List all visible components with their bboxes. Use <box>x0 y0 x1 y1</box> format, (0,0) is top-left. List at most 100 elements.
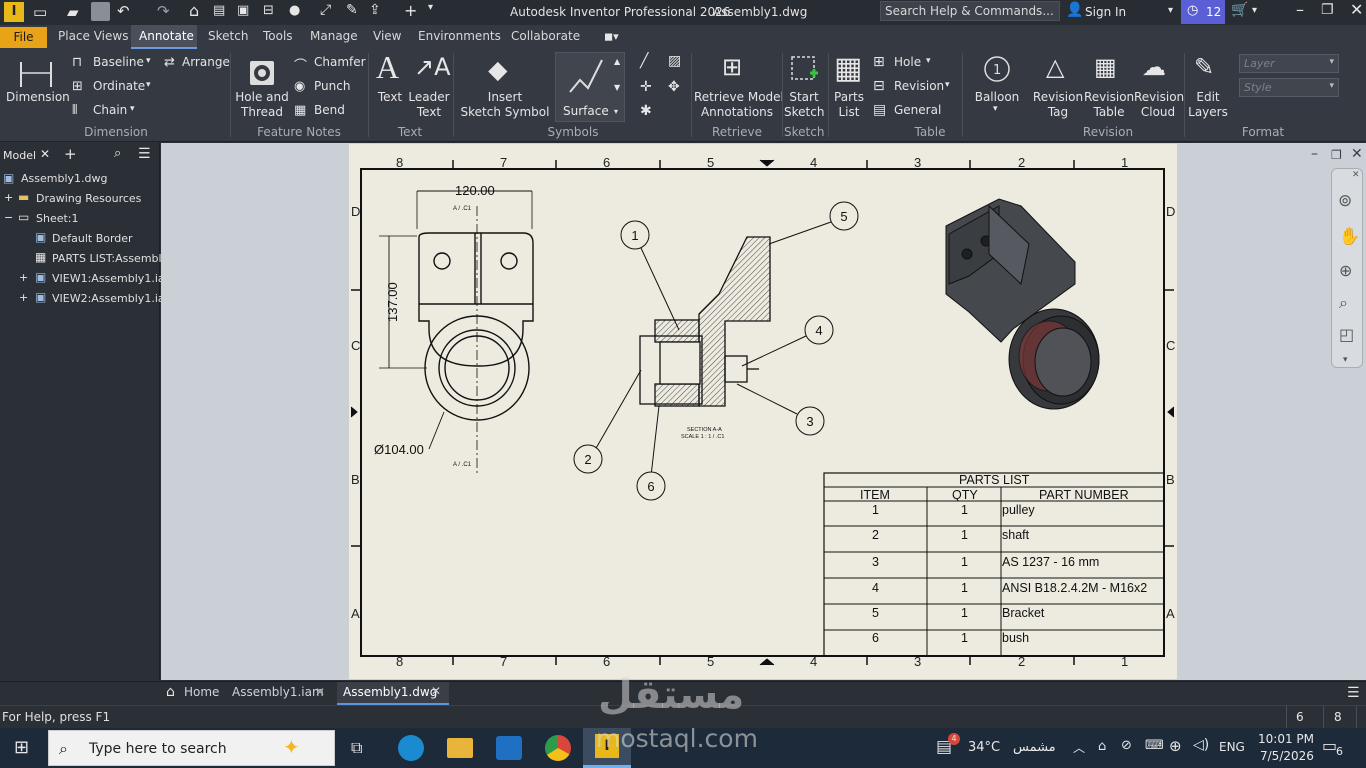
section-view[interactable] <box>639 236 771 407</box>
tab-manage[interactable]: Manage <box>310 29 358 43</box>
doc-tab-close-icon[interactable]: ✕ <box>315 685 325 699</box>
insert-sketch-symbol-button[interactable]: Insert Sketch Symbol <box>460 90 550 120</box>
expand-icon[interactable]: + <box>4 191 13 204</box>
select-icon[interactable]: ⤢ <box>320 2 331 18</box>
restore-icon[interactable]: ❐ <box>1321 2 1334 18</box>
temperature[interactable]: 34°C <box>968 740 1000 755</box>
table-row[interactable]: 6 1 bush <box>872 631 1029 645</box>
tab-collaborate[interactable]: Collaborate <box>511 29 580 43</box>
sign-in-button[interactable]: Sign In <box>1085 5 1126 19</box>
redo-icon[interactable]: ↷ <box>157 2 170 20</box>
dim-height[interactable]: 137.00 <box>385 282 400 322</box>
table-row[interactable]: 1 1 pulley <box>872 503 1035 517</box>
balloon-1[interactable]: 1 <box>620 220 650 250</box>
expand-icon[interactable]: + <box>19 291 28 304</box>
canvas-close-icon[interactable]: ✕ <box>1351 146 1363 162</box>
balloon-button[interactable]: Balloon <box>972 90 1022 105</box>
revision-tag-button[interactable]: Revision Tag <box>1032 90 1084 120</box>
revision-chevron-icon[interactable]: ▾ <box>945 80 950 90</box>
parts-list-button[interactable]: Parts List <box>832 90 866 120</box>
close-icon[interactable]: ✕ <box>1350 0 1363 19</box>
tree-item-default-border[interactable]: Default Border <box>52 232 133 245</box>
new-icon[interactable]: ▭ <box>33 3 47 21</box>
customize-chevron-icon[interactable]: ▾ <box>428 2 433 13</box>
table-row[interactable]: 5 1 Bracket <box>872 606 1045 620</box>
input-method-icon[interactable]: ⌨ <box>1145 738 1164 753</box>
open-icon[interactable]: ▰ <box>67 3 79 21</box>
bend-button[interactable]: Bend <box>314 103 345 118</box>
centered-pattern-icon[interactable]: ✥ <box>668 79 680 95</box>
user-icon[interactable]: 👤 <box>1066 2 1083 18</box>
expand-icon[interactable]: + <box>19 271 28 284</box>
doc-tab-assembly-dwg[interactable]: Assembly1.dwg ✕ <box>337 682 449 705</box>
balloon-2[interactable]: 2 <box>573 444 603 474</box>
sign-in-chevron-icon[interactable]: ▾ <box>1168 5 1173 16</box>
hole-chevron-icon[interactable]: ▾ <box>926 56 931 66</box>
browser-add-icon[interactable]: + <box>64 145 77 163</box>
revision-table-button[interactable]: Revision Table <box>1084 90 1134 120</box>
outlook-icon[interactable] <box>496 736 522 760</box>
chrome-icon[interactable] <box>545 735 571 761</box>
zoom-select-icon[interactable]: ◰ <box>1339 325 1354 344</box>
measure-icon[interactable]: ⊟ <box>263 3 274 18</box>
balloon-3[interactable]: 3 <box>795 406 825 436</box>
revision-cloud-button[interactable]: Revision Cloud <box>1134 90 1184 120</box>
notification-button[interactable]: ◷ 12 <box>1181 0 1225 24</box>
tab-file[interactable]: File <box>0 27 47 48</box>
update-icon[interactable]: ▤ <box>213 3 225 18</box>
layer-select[interactable]: Layer ▾ <box>1239 54 1339 73</box>
dim-width[interactable]: 120.00 <box>455 183 495 198</box>
browser-menu-icon[interactable]: ☰ <box>138 146 151 162</box>
cart-icon[interactable]: 🛒 <box>1231 2 1248 18</box>
hatch-icon[interactable]: ▨ <box>668 53 681 69</box>
hole-thread-button[interactable]: Hole and Thread <box>234 90 290 120</box>
appearance-icon[interactable]: ● <box>289 3 300 18</box>
chain-chevron-icon[interactable]: ▾ <box>130 104 135 114</box>
line-icon[interactable]: ╱ <box>640 53 648 69</box>
retrieve-model-annotations-button[interactable]: Retrieve Model Annotations <box>694 90 784 120</box>
tab-place-views[interactable]: Place Views <box>58 29 128 43</box>
surface-gallery[interactable]: Surface ▲ ▼ ▾ <box>555 52 625 122</box>
start-sketch-button[interactable]: Start Sketch <box>784 90 824 120</box>
parts-list-table[interactable]: PARTS LIST ITEM QTY PART NUMBER 1 1 pulley… <box>823 472 1165 657</box>
edge-icon[interactable] <box>398 735 424 761</box>
front-view[interactable] <box>379 190 534 474</box>
browser-search-icon[interactable]: ⌕ <box>114 146 121 161</box>
mute-icon[interactable]: ⊘ <box>1121 738 1132 753</box>
language-indicator[interactable]: ENG <box>1219 740 1245 754</box>
cart-chevron-icon[interactable]: ▾ <box>1252 5 1257 16</box>
pan-icon[interactable]: ✋ <box>1339 227 1360 247</box>
edit-layers-button[interactable]: Edit Layers <box>1186 90 1230 120</box>
zoom-icon[interactable]: ⊕ <box>1339 261 1352 280</box>
canvas-restore-icon[interactable]: ❐ <box>1331 148 1342 162</box>
doc-tab-dwg-close-icon[interactable]: ✕ <box>431 684 441 698</box>
tab-sketch[interactable]: Sketch <box>208 29 248 43</box>
taskbar-search-box[interactable]: ⌕ Type here to search ✦ <box>48 730 335 766</box>
show-hidden-icons-chevron-icon[interactable]: ︿ <box>1073 739 1085 756</box>
doc-tab-home[interactable]: Home <box>184 685 219 699</box>
task-view-icon[interactable]: ⧉ <box>351 738 362 758</box>
baseline-button[interactable]: Baseline <box>93 55 144 70</box>
volume-icon[interactable]: ◁) <box>1193 737 1209 753</box>
export-icon[interactable]: ⇪ <box>369 2 381 18</box>
tree-item-view1[interactable]: VIEW1:Assembly1.iam <box>52 272 175 285</box>
tab-environments[interactable]: Environments <box>418 29 501 43</box>
table-row[interactable]: 4 1 ANSI B18.2.4.2M - M16x2 <box>872 581 1147 595</box>
drawing-sheet[interactable]: 8 7 6 5 4 3 2 1 8 7 6 5 4 3 2 1 D C B A … <box>349 144 1177 679</box>
gallery-down-icon[interactable]: ▼ <box>614 83 620 92</box>
balloon-4[interactable]: 4 <box>804 315 834 345</box>
home-icon[interactable]: ⌂ <box>189 1 199 20</box>
clock-date[interactable]: 7/5/2026 <box>1260 749 1314 763</box>
tree-item-sheet[interactable]: Sheet:1 <box>36 212 79 225</box>
browser-tab-model[interactable]: Model ✕ <box>0 147 56 165</box>
windows-start-icon[interactable]: ⊞ <box>14 737 29 758</box>
center-mark-icon[interactable]: ✛ <box>640 79 652 95</box>
doc-tab-assembly-iam[interactable]: Assembly1.iam <box>232 685 324 699</box>
ribbon-display-icon[interactable]: ◼▾ <box>604 30 619 43</box>
clock-time[interactable]: 10:01 PM <box>1258 732 1314 746</box>
style-select[interactable]: Style ▾ <box>1239 78 1339 97</box>
ordinate-button[interactable]: Ordinate <box>93 79 145 94</box>
add-icon[interactable]: + <box>404 1 417 20</box>
undo-icon[interactable]: ↶ <box>117 2 130 20</box>
tab-view[interactable]: View <box>373 29 401 43</box>
